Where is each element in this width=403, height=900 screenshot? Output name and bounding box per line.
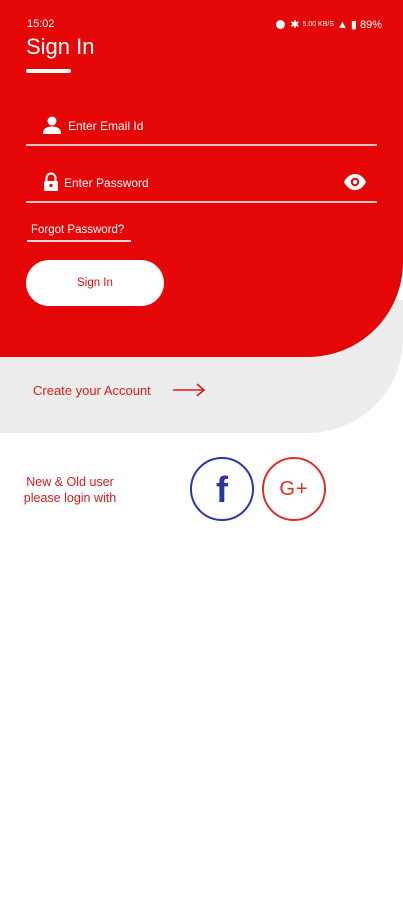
forgot-password-link[interactable]: Forgot Password? — [31, 224, 124, 236]
eye-icon[interactable] — [343, 173, 367, 191]
email-underline — [26, 144, 377, 146]
battery-icon: ▮ — [350, 19, 357, 31]
email-field[interactable] — [26, 106, 377, 146]
battery-level: 89% — [359, 18, 382, 31]
password-field[interactable] — [26, 163, 377, 203]
user-icon — [43, 116, 61, 134]
page-title: Sign In — [26, 34, 95, 59]
facebook-icon: f — [216, 469, 228, 510]
google-login-button[interactable]: G+ — [262, 457, 326, 521]
arrow-right-icon — [173, 383, 206, 397]
facebook-login-button[interactable]: f — [190, 457, 254, 521]
email-input[interactable] — [68, 116, 328, 136]
password-input[interactable] — [64, 173, 324, 193]
status-icons: ✱ 5.00 KB/S ▲ ▮ 89% — [276, 18, 382, 31]
bluetooth-icon: ✱ — [290, 19, 300, 31]
status-time: 15:02 — [27, 18, 55, 30]
social-login-prompt: New & Old user please login with — [10, 474, 130, 506]
signal-icon: ▲ — [337, 18, 348, 31]
lock-icon — [44, 172, 58, 191]
social-prompt-line2: please login with — [23, 491, 117, 505]
create-account-link[interactable]: Create your Account — [33, 383, 206, 398]
data-speed: 5.00 KB/S — [302, 21, 335, 28]
forgot-password-underline — [27, 240, 131, 242]
password-underline — [26, 201, 377, 203]
title-underline — [26, 69, 71, 73]
alarm-icon — [276, 20, 286, 29]
create-account-label: Create your Account — [33, 383, 151, 398]
google-plus-icon: G+ — [279, 477, 309, 500]
social-prompt-line1: New & Old user — [26, 475, 114, 489]
sign-in-button[interactable]: Sign In — [26, 260, 164, 306]
